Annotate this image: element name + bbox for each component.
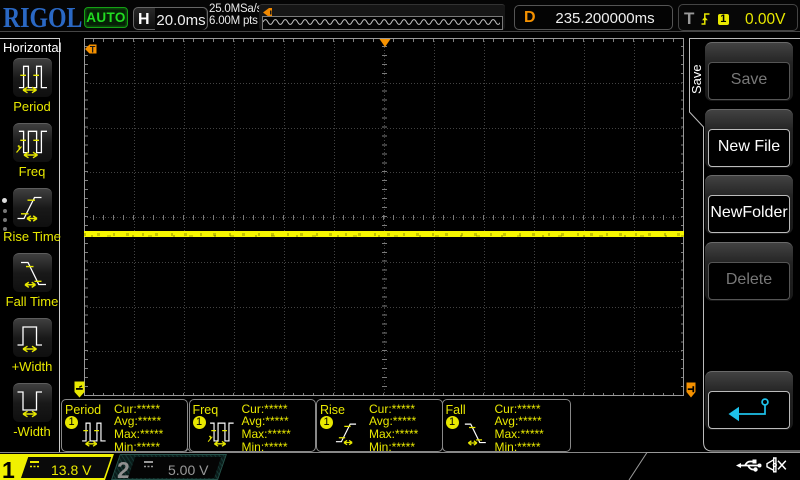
svg-text:T: T [90, 44, 96, 53]
